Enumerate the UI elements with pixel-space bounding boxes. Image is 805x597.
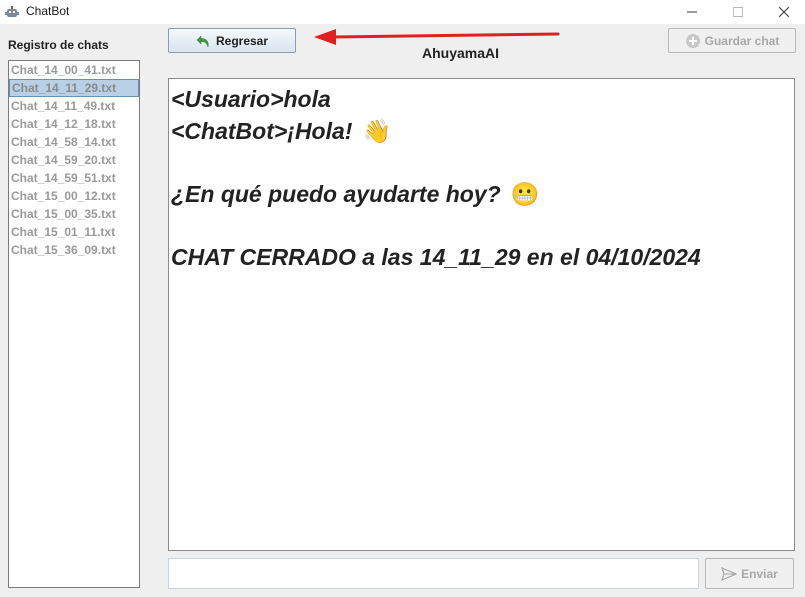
- send-icon: [721, 566, 738, 581]
- back-button-label: Regresar: [215, 33, 269, 48]
- chat-history-item[interactable]: Chat_14_11_49.txt: [9, 97, 139, 115]
- chat-history-item[interactable]: Chat_14_00_41.txt: [9, 61, 139, 79]
- chat-transcript[interactable]: <Usuario>hola <ChatBot>¡Hola! 👋 ¿En qué …: [168, 78, 795, 551]
- close-button[interactable]: [761, 0, 805, 24]
- message-input[interactable]: [168, 558, 699, 589]
- undo-arrow-icon: [196, 34, 209, 47]
- maximize-icon: [733, 7, 743, 17]
- chat-history-item[interactable]: Chat_14_59_51.txt: [9, 169, 139, 187]
- window-title: ChatBot: [26, 4, 70, 18]
- chat-history-item-selected[interactable]: Chat_14_11_29.txt: [9, 79, 139, 97]
- chat-history-label: Registro de chats: [8, 38, 109, 52]
- robot-icon: [5, 6, 19, 17]
- chat-history-item[interactable]: Chat_15_01_11.txt: [9, 223, 139, 241]
- chat-message-text: ¿En qué puedo ayudarte hoy?: [171, 180, 501, 207]
- grimacing-face-icon: 😬: [510, 180, 540, 207]
- chat-message-text: <Usuario>hola: [171, 85, 331, 112]
- save-chat-label: Guardar chat: [704, 33, 780, 48]
- waving-hand-icon: 👋: [362, 117, 392, 144]
- title-bar: ChatBot: [0, 0, 805, 24]
- chat-message: CHAT CERRADO a las 14_11_29 en el 04/10/…: [171, 241, 792, 273]
- chat-history-item[interactable]: Chat_15_00_12.txt: [9, 187, 139, 205]
- chat-history-item[interactable]: Chat_15_36_09.txt: [9, 241, 139, 259]
- brand-title: AhuyamaAI: [422, 45, 500, 61]
- chat-message: ¿En qué puedo ayudarte hoy? 😬: [171, 178, 792, 210]
- minimize-icon: [687, 11, 697, 13]
- maximize-button[interactable]: [715, 0, 761, 24]
- chat-history-item[interactable]: Chat_15_00_35.txt: [9, 205, 139, 223]
- chat-history-item[interactable]: Chat_14_59_20.txt: [9, 151, 139, 169]
- chat-message: <Usuario>hola: [171, 83, 792, 115]
- back-button[interactable]: Regresar: [168, 28, 296, 53]
- chat-history-item[interactable]: Chat_14_12_18.txt: [9, 115, 139, 133]
- chat-message: <ChatBot>¡Hola! 👋: [171, 115, 792, 147]
- send-button-label: Enviar: [741, 566, 778, 581]
- send-button[interactable]: Enviar: [705, 558, 794, 589]
- chat-message-text: CHAT CERRADO a las 14_11_29 en el 04/10/…: [171, 243, 701, 270]
- save-chat-button[interactable]: Guardar chat: [668, 28, 796, 53]
- chat-history-list[interactable]: Chat_14_00_41.txt Chat_14_11_29.txt Chat…: [8, 60, 140, 588]
- minimize-button[interactable]: [669, 0, 715, 24]
- save-icon: [685, 33, 700, 48]
- close-icon: [779, 7, 789, 17]
- chat-history-item[interactable]: Chat_14_58_14.txt: [9, 133, 139, 151]
- chat-message-text: <ChatBot>¡Hola!: [171, 117, 353, 144]
